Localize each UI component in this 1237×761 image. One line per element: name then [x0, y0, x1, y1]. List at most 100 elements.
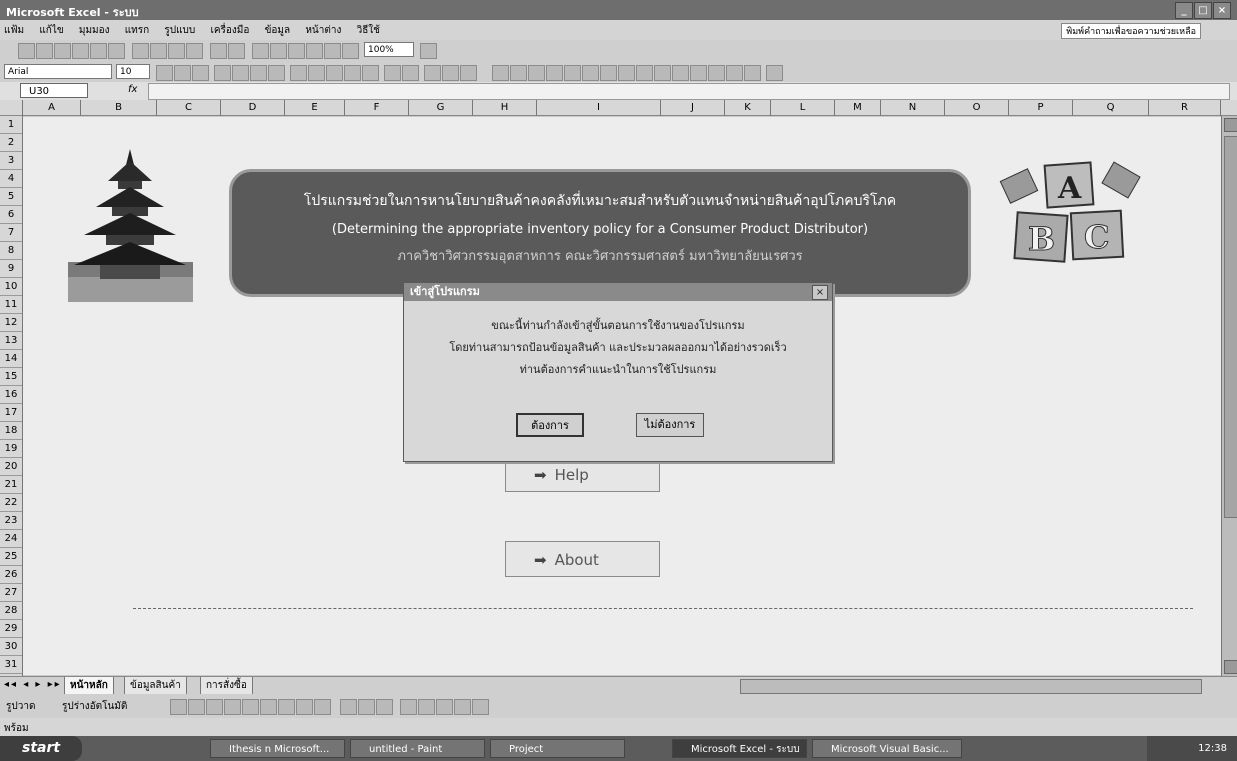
hyperlink-icon[interactable] [252, 43, 269, 59]
row-header[interactable]: 29 [0, 620, 22, 638]
row-header[interactable]: 11 [0, 296, 22, 314]
row-header[interactable]: 5 [0, 188, 22, 206]
toggle-grid-icon[interactable] [726, 65, 743, 81]
column-header[interactable]: E [285, 100, 345, 116]
zoom-select[interactable]: 100% [364, 42, 414, 57]
row-header[interactable]: 13 [0, 332, 22, 350]
close-button[interactable]: × [1213, 2, 1231, 19]
drawing-icon[interactable] [342, 43, 359, 59]
sort-descending-icon[interactable] [306, 43, 323, 59]
open-icon[interactable] [36, 43, 53, 59]
comma-icon[interactable] [326, 65, 343, 81]
menu-file[interactable]: แฟ้ม [4, 25, 24, 36]
column-header[interactable]: M [835, 100, 881, 116]
menu-data[interactable]: ข้อมูล [265, 25, 291, 36]
textbox-tool-icon[interactable] [242, 699, 259, 715]
row-header[interactable]: 27 [0, 584, 22, 602]
format-painter-icon[interactable] [186, 43, 203, 59]
taskbar-item-vba[interactable]: Microsoft Visual Basic... [812, 739, 962, 758]
taskbar-item-paint[interactable]: untitled - Paint [350, 739, 485, 758]
option-button-icon[interactable] [600, 65, 617, 81]
font-select[interactable]: Arial [4, 64, 112, 79]
name-box[interactable]: U30 [20, 83, 88, 98]
menu-format[interactable]: รูปแบบ [164, 25, 195, 36]
redo-icon[interactable] [228, 43, 245, 59]
row-header[interactable]: 10 [0, 278, 22, 296]
fill-color-tool-icon[interactable] [340, 699, 357, 715]
print-preview-icon[interactable] [90, 43, 107, 59]
clipart-tool-icon[interactable] [296, 699, 313, 715]
rectangle-tool-icon[interactable] [206, 699, 223, 715]
start-button[interactable]: start [0, 736, 82, 761]
no-guide-button[interactable]: ไม่ต้องการ [636, 413, 704, 437]
row-header[interactable]: 16 [0, 386, 22, 404]
diagram-tool-icon[interactable] [278, 699, 295, 715]
label-icon[interactable] [510, 65, 527, 81]
row-header[interactable]: 20 [0, 458, 22, 476]
edit-box-icon[interactable] [528, 65, 545, 81]
group-box-icon[interactable] [546, 65, 563, 81]
row-header[interactable]: 15 [0, 368, 22, 386]
shadow-style-icon[interactable] [454, 699, 471, 715]
wordart-icon[interactable] [766, 65, 783, 81]
row-header[interactable]: 4 [0, 170, 22, 188]
row-header[interactable]: 6 [0, 206, 22, 224]
select-all-corner[interactable] [0, 100, 23, 116]
chart-wizard-icon[interactable] [324, 43, 341, 59]
column-header[interactable]: F [345, 100, 409, 116]
minimize-button[interactable]: _ [1175, 2, 1193, 19]
copy-icon[interactable] [150, 43, 167, 59]
row-header[interactable]: 21 [0, 476, 22, 494]
draw-menu[interactable]: รูปวาด [6, 699, 35, 714]
line-color-tool-icon[interactable] [358, 699, 375, 715]
dialog-close-icon[interactable]: × [812, 285, 828, 300]
column-header[interactable]: L [771, 100, 835, 116]
maximize-button[interactable]: □ [1194, 2, 1212, 19]
column-header[interactable]: I [537, 100, 661, 116]
undo-icon[interactable] [210, 43, 227, 59]
column-header[interactable]: Q [1073, 100, 1149, 116]
row-header[interactable]: 3 [0, 152, 22, 170]
menu-window[interactable]: หน้าต่าง [305, 25, 341, 36]
font-color-tool-icon[interactable] [376, 699, 393, 715]
row-header[interactable]: 31 [0, 656, 22, 674]
row-header[interactable]: 22 [0, 494, 22, 512]
sort-ascending-icon[interactable] [288, 43, 305, 59]
row-header[interactable]: 2 [0, 134, 22, 152]
column-header[interactable]: R [1149, 100, 1221, 116]
edit-code-icon[interactable] [708, 65, 725, 81]
row-header[interactable]: 1 [0, 116, 22, 134]
row-header[interactable]: 28 [0, 602, 22, 620]
dash-style-icon[interactable] [418, 699, 435, 715]
column-header[interactable]: O [945, 100, 1009, 116]
taskbar-item-thesis[interactable]: Ithesis n Microsoft... [210, 739, 345, 758]
button-control-icon[interactable] [564, 65, 581, 81]
line-style-icon[interactable] [400, 699, 417, 715]
line-tool-icon[interactable] [170, 699, 187, 715]
autoshapes-menu[interactable]: รูปร่างอัตโนมัติ [62, 699, 127, 714]
list-box-icon[interactable] [618, 65, 635, 81]
autosum-icon[interactable] [270, 43, 287, 59]
cut-icon[interactable] [132, 43, 149, 59]
spinner-control-icon[interactable] [672, 65, 689, 81]
row-header[interactable]: 18 [0, 422, 22, 440]
scroll-bar-control-icon[interactable] [654, 65, 671, 81]
print-icon[interactable] [72, 43, 89, 59]
italic-icon[interactable] [174, 65, 191, 81]
row-header[interactable]: 25 [0, 548, 22, 566]
arrow-style-icon[interactable] [436, 699, 453, 715]
row-header[interactable]: 26 [0, 566, 22, 584]
menu-insert[interactable]: แทรก [125, 25, 149, 36]
combo-box-icon[interactable] [636, 65, 653, 81]
font-size-select[interactable]: 10 [116, 64, 150, 79]
taskbar-item-project[interactable]: Project [490, 739, 625, 758]
column-header[interactable]: K [725, 100, 771, 116]
column-header[interactable]: N [881, 100, 945, 116]
fx-icon[interactable]: fx [128, 84, 137, 95]
column-header[interactable]: B [81, 100, 157, 116]
menu-edit[interactable]: แก้ไข [39, 25, 63, 36]
about-button[interactable]: ➡ About [505, 541, 660, 577]
row-header[interactable]: 30 [0, 638, 22, 656]
menu-view[interactable]: มุมมอง [79, 25, 110, 36]
3d-style-icon[interactable] [472, 699, 489, 715]
